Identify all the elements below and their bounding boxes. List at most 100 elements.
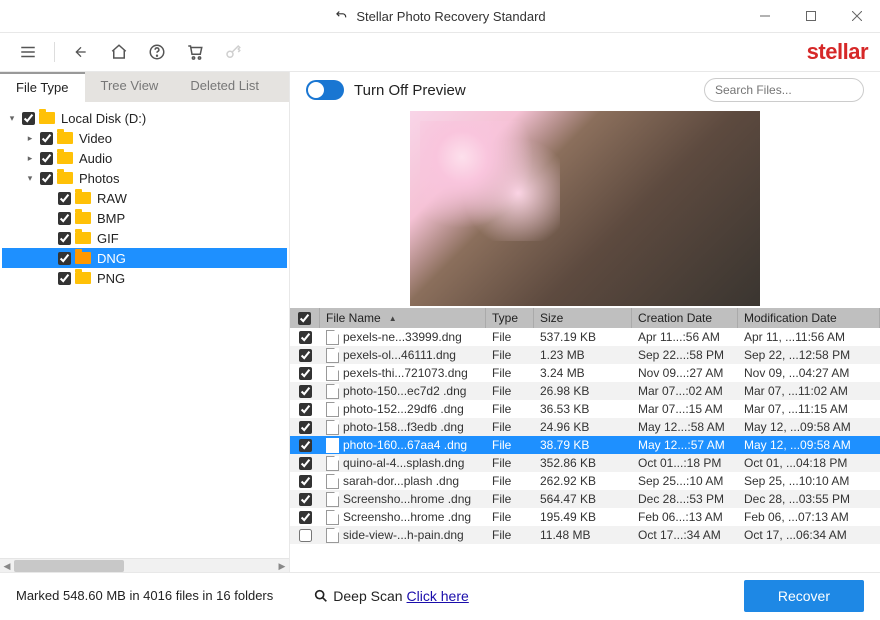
tree-item[interactable]: RAW — [2, 188, 287, 208]
search-box[interactable] — [704, 78, 864, 102]
col-type[interactable]: Type — [486, 308, 534, 328]
row-checkbox[interactable] — [299, 331, 312, 344]
tree-label: Local Disk (D:) — [61, 111, 146, 126]
window-close-button[interactable] — [834, 0, 880, 32]
tree-item[interactable]: ▸Audio — [2, 148, 287, 168]
key-button[interactable] — [217, 36, 249, 68]
table-row[interactable]: photo-158...f3edb .dngFile24.96 KBMay 12… — [290, 418, 880, 436]
tree-item[interactable]: ▾ Local Disk (D:) — [2, 108, 287, 128]
tree-h-scrollbar[interactable]: ◀ ▶ — [0, 558, 289, 572]
modification-date: Oct 17, ...06:34 AM — [738, 528, 880, 542]
file-type: File — [486, 438, 534, 452]
table-row[interactable]: photo-152...29df6 .dngFile36.53 KBMar 07… — [290, 400, 880, 418]
table-row[interactable]: Screensho...hrome .dngFile564.47 KBDec 2… — [290, 490, 880, 508]
file-icon — [326, 366, 339, 381]
status-bar: Marked 548.60 MB in 4016 files in 16 fol… — [0, 572, 880, 618]
tree-checkbox[interactable] — [40, 172, 53, 185]
table-row[interactable]: pexels-ol...46111.dngFile1.23 MBSep 22..… — [290, 346, 880, 364]
row-checkbox[interactable] — [299, 421, 312, 434]
tree-item[interactable]: BMP — [2, 208, 287, 228]
table-row[interactable]: pexels-thi...721073.dngFile3.24 MBNov 09… — [290, 364, 880, 382]
folder-icon — [75, 232, 91, 244]
deep-scan-link[interactable]: Click here — [407, 588, 469, 604]
tree-checkbox[interactable] — [40, 132, 53, 145]
recover-button[interactable]: Recover — [744, 580, 864, 612]
row-checkbox[interactable] — [299, 349, 312, 362]
table-row[interactable]: quino-al-4...splash.dngFile352.86 KBOct … — [290, 454, 880, 472]
tree-item[interactable]: DNG — [2, 248, 287, 268]
tree-item[interactable]: PNG — [2, 268, 287, 288]
table-row[interactable]: sarah-dor...plash .dngFile262.92 KBSep 2… — [290, 472, 880, 490]
file-size: 537.19 KB — [534, 330, 632, 344]
window-minimize-button[interactable] — [742, 0, 788, 32]
expand-icon[interactable]: ▸ — [24, 153, 36, 164]
col-modification-date[interactable]: Modification Date — [738, 308, 880, 328]
file-size: 262.92 KB — [534, 474, 632, 488]
scroll-left-arrow[interactable]: ◀ — [0, 559, 14, 573]
file-icon — [326, 402, 339, 417]
expand-icon[interactable]: ▸ — [24, 133, 36, 144]
cart-button[interactable] — [179, 36, 211, 68]
tree-checkbox[interactable] — [58, 192, 71, 205]
file-type: File — [486, 456, 534, 470]
file-type: File — [486, 348, 534, 362]
tab-file-type[interactable]: File Type — [0, 72, 85, 102]
file-tree[interactable]: ▾ Local Disk (D:) ▸Video▸Audio ▾ Photos RAWBM… — [0, 102, 289, 558]
tree-item[interactable]: ▾ Photos — [2, 168, 287, 188]
folder-icon — [75, 272, 91, 284]
tree-label: Photos — [79, 171, 119, 186]
tree-checkbox[interactable] — [22, 112, 35, 125]
table-row[interactable]: side-view-...h-pain.dngFile11.48 MBOct 1… — [290, 526, 880, 544]
row-checkbox[interactable] — [299, 475, 312, 488]
expand-icon[interactable]: ▾ — [6, 113, 18, 124]
file-icon — [326, 330, 339, 345]
row-checkbox[interactable] — [299, 367, 312, 380]
help-button[interactable] — [141, 36, 173, 68]
table-row[interactable]: photo-160...67aa4 .dngFile38.79 KBMay 12… — [290, 436, 880, 454]
home-button[interactable] — [103, 36, 135, 68]
tree-checkbox[interactable] — [58, 212, 71, 225]
col-creation-date[interactable]: Creation Date — [632, 308, 738, 328]
table-row[interactable]: pexels-ne...33999.dngFile537.19 KBApr 11… — [290, 328, 880, 346]
tree-checkbox[interactable] — [58, 252, 71, 265]
preview-toggle[interactable] — [306, 80, 344, 100]
nav-back-button[interactable] — [65, 36, 97, 68]
search-input[interactable] — [715, 83, 870, 97]
expand-icon[interactable]: ▾ — [24, 173, 36, 184]
file-size: 26.98 KB — [534, 384, 632, 398]
col-file-name[interactable]: File Name▲ — [320, 308, 486, 328]
row-checkbox[interactable] — [299, 439, 312, 452]
tree-checkbox[interactable] — [58, 272, 71, 285]
select-all-checkbox[interactable] — [298, 312, 311, 325]
creation-date: Apr 11...:56 AM — [632, 330, 738, 344]
row-checkbox[interactable] — [299, 511, 312, 524]
tree-checkbox[interactable] — [40, 152, 53, 165]
scroll-thumb[interactable] — [14, 560, 124, 572]
tab-deleted-list[interactable]: Deleted List — [174, 72, 275, 102]
col-size[interactable]: Size — [534, 308, 632, 328]
row-checkbox[interactable] — [299, 403, 312, 416]
tree-checkbox[interactable] — [58, 232, 71, 245]
folder-icon — [75, 252, 91, 264]
row-checkbox[interactable] — [299, 385, 312, 398]
menu-button[interactable] — [12, 36, 44, 68]
tree-item[interactable]: ▸Video — [2, 128, 287, 148]
tree-item[interactable]: GIF — [2, 228, 287, 248]
grid-body[interactable]: pexels-ne...33999.dngFile537.19 KBApr 11… — [290, 328, 880, 572]
table-row[interactable]: photo-150...ec7d2 .dngFile26.98 KBMar 07… — [290, 382, 880, 400]
modification-date: May 12, ...09:58 AM — [738, 438, 880, 452]
folder-icon — [57, 132, 73, 144]
row-checkbox[interactable] — [299, 457, 312, 470]
file-icon — [326, 528, 339, 543]
app-logo: stellar — [807, 39, 868, 65]
file-name: photo-152...29df6 .dng — [343, 402, 464, 416]
table-row[interactable]: Screensho...hrome .dngFile195.49 KBFeb 0… — [290, 508, 880, 526]
file-size: 352.86 KB — [534, 456, 632, 470]
row-checkbox[interactable] — [299, 493, 312, 506]
file-name: pexels-thi...721073.dng — [343, 366, 468, 380]
window-maximize-button[interactable] — [788, 0, 834, 32]
tab-tree-view[interactable]: Tree View — [85, 72, 175, 102]
creation-date: May 12...:57 AM — [632, 438, 738, 452]
row-checkbox[interactable] — [299, 529, 312, 542]
scroll-right-arrow[interactable]: ▶ — [275, 559, 289, 573]
